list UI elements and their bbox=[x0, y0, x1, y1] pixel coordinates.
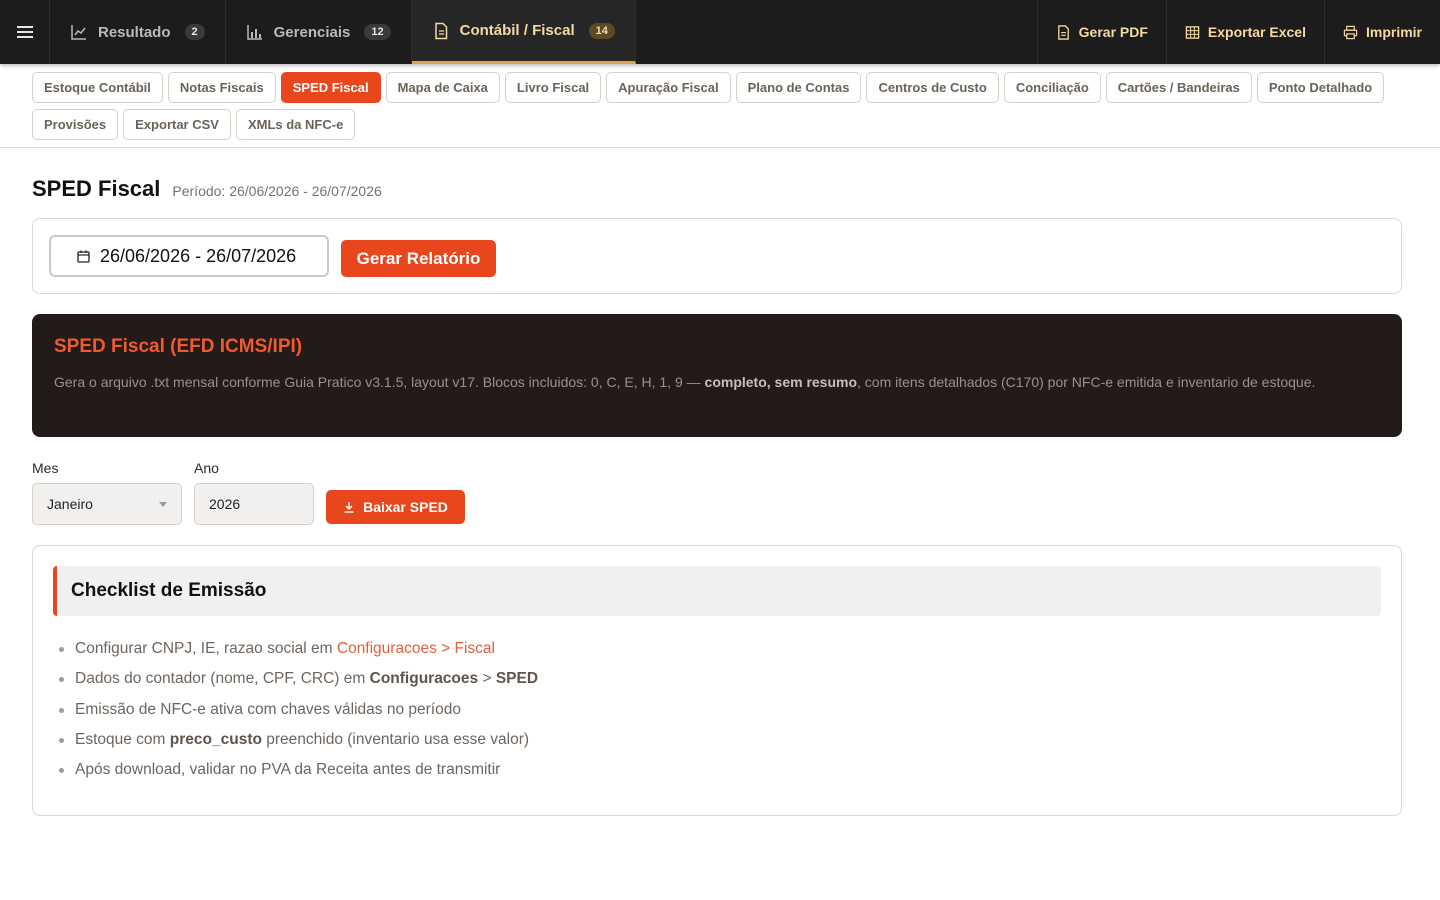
list-item: Dados do contador (nome, CPF, CRC) em Co… bbox=[58, 664, 539, 694]
subnav-item-provisoes[interactable]: Provisões bbox=[32, 109, 119, 140]
subnav-item-plano-de-contas[interactable]: Plano de Contas bbox=[735, 72, 862, 103]
download-icon bbox=[344, 502, 354, 513]
report-subnav: Estoque Contábil Notas Fiscais SPED Fisc… bbox=[32, 72, 1412, 140]
subnav-item-exportar-csv[interactable]: Exportar CSV bbox=[123, 109, 231, 140]
subnav-item-conciliacao[interactable]: Conciliação bbox=[1003, 72, 1101, 103]
month-select[interactable]: Janeiro bbox=[32, 483, 182, 525]
bar-chart-icon bbox=[246, 25, 262, 40]
line-chart-icon bbox=[71, 25, 86, 40]
tab-gerenciais-label: Gerenciais bbox=[273, 23, 351, 41]
info-text-bold: completo, sem resumo bbox=[704, 374, 858, 390]
info-text-part1: Gera o arquivo .txt mensal conforme Guia… bbox=[54, 374, 705, 390]
checklist-item4-text: Estoque com bbox=[75, 730, 170, 748]
page-header: SPED Fiscal Período: 26/06/2026 - 26/07/… bbox=[32, 176, 382, 202]
checklist-item4-post: preenchido (inventario usa esse valor) bbox=[261, 730, 530, 748]
checklist-item1-text: Configurar CNPJ, IE, razao social em bbox=[75, 640, 337, 657]
tab-resultado[interactable]: Resultado 2 bbox=[50, 0, 226, 64]
gerar-relatorio-button[interactable]: Gerar Relatório bbox=[341, 240, 496, 277]
subnav-item-xmls-nfce[interactable]: XMLs da NFC-e bbox=[235, 109, 356, 140]
list-item: Após download, validar no PVA da Receita… bbox=[58, 755, 538, 785]
month-select-value: Janeiro bbox=[47, 496, 93, 512]
page-title: SPED Fiscal bbox=[32, 176, 161, 201]
checklist-item2-bold2: SPED bbox=[495, 670, 539, 688]
subnav-item-cartoes-bandeiras[interactable]: Cartões / Bandeiras bbox=[1105, 72, 1252, 103]
list-item: Configurar CNPJ, IE, razao social em Con… bbox=[58, 634, 538, 664]
subnav-divider bbox=[0, 147, 1440, 148]
baixar-sped-label: Baixar SPED bbox=[363, 499, 448, 515]
document-icon bbox=[434, 22, 447, 39]
exportar-excel-label: Exportar Excel bbox=[1207, 24, 1306, 40]
tab-resultado-label: Resultado bbox=[98, 23, 171, 41]
baixar-sped-button[interactable]: Baixar SPED bbox=[326, 490, 465, 524]
info-title: SPED Fiscal (EFD ICMS/IPI) bbox=[54, 336, 303, 357]
checklist-item2-sep: > bbox=[478, 670, 496, 688]
sped-info-box: SPED Fiscal (EFD ICMS/IPI) Gera o arquiv… bbox=[32, 314, 1402, 437]
month-label: Mes bbox=[32, 460, 59, 476]
year-input[interactable]: 2026 bbox=[194, 483, 314, 525]
checklist-item2-text: Dados do contador (nome, CPF, CRC) em bbox=[75, 670, 370, 688]
list-item: Emissão de NFC-e ativa com chaves válida… bbox=[58, 695, 538, 725]
gerar-pdf-button[interactable]: Gerar PDF bbox=[1036, 0, 1166, 64]
tab-resultado-count-badge: 2 bbox=[184, 24, 205, 40]
hamburger-icon bbox=[16, 26, 33, 38]
date-range-value: 26/06/2026 - 26/07/2026 bbox=[100, 245, 297, 266]
subnav-item-ponto-detalhado[interactable]: Ponto Detalhado bbox=[1256, 72, 1385, 103]
exportar-excel-button[interactable]: Exportar Excel bbox=[1165, 0, 1324, 64]
calendar-icon bbox=[77, 250, 90, 263]
printer-icon bbox=[1343, 25, 1358, 39]
top-navigation-bar: Resultado 2 Gerenciais 12 Contábil / Fis… bbox=[0, 0, 1440, 64]
imprimir-button[interactable]: Imprimir bbox=[1323, 0, 1440, 64]
tab-contabil-fiscal-count-badge: 14 bbox=[588, 22, 615, 39]
chevron-down-icon bbox=[159, 501, 167, 507]
subnav-item-apuracao-fiscal[interactable]: Apuração Fiscal bbox=[606, 72, 731, 103]
tab-contabil-fiscal[interactable]: Contábil / Fiscal 14 bbox=[411, 0, 636, 64]
checklist-card: Checklist de Emissão Configurar CNPJ, IE… bbox=[32, 545, 1402, 816]
filter-card: 26/06/2026 - 26/07/2026 Gerar Relatório bbox=[32, 218, 1402, 294]
info-description: Gera o arquivo .txt mensal conforme Guia… bbox=[54, 370, 1380, 394]
list-item: Estoque com preco_custo preenchido (inve… bbox=[58, 725, 538, 755]
subnav-item-mapa-de-caixa[interactable]: Mapa de Caixa bbox=[385, 72, 500, 103]
date-range-picker[interactable]: 26/06/2026 - 26/07/2026 bbox=[49, 235, 329, 277]
checklist-title: Checklist de Emissão bbox=[53, 566, 1381, 616]
tab-gerenciais-count-badge: 12 bbox=[364, 24, 391, 40]
subnav-item-estoque-contabil[interactable]: Estoque Contábil bbox=[32, 72, 163, 103]
checklist-item2-bold1: Configuracoes bbox=[369, 670, 479, 688]
imprimir-label: Imprimir bbox=[1365, 24, 1422, 40]
hamburger-menu-button[interactable] bbox=[0, 0, 50, 64]
subnav-item-centros-de-custo[interactable]: Centros de Custo bbox=[866, 72, 999, 103]
tab-gerenciais[interactable]: Gerenciais 12 bbox=[226, 0, 412, 64]
file-pdf-icon bbox=[1057, 24, 1069, 40]
subnav-item-notas-fiscais[interactable]: Notas Fiscais bbox=[167, 72, 276, 103]
year-label: Ano bbox=[194, 460, 219, 476]
tab-contabil-fiscal-label: Contábil / Fiscal bbox=[459, 22, 575, 39]
page-period: Período: 26/06/2026 - 26/07/2026 bbox=[172, 183, 382, 199]
subnav-item-livro-fiscal[interactable]: Livro Fiscal bbox=[504, 72, 602, 103]
checklist-items: Configurar CNPJ, IE, razao social em Con… bbox=[58, 634, 539, 785]
gerar-pdf-label: Gerar PDF bbox=[1078, 24, 1148, 40]
subnav-item-sped-fiscal[interactable]: SPED Fiscal bbox=[280, 72, 381, 103]
info-text-part2: , com itens detalhados (C170) por NFC-e … bbox=[857, 374, 1316, 390]
config-fiscal-link[interactable]: Configuracoes > Fiscal bbox=[337, 640, 495, 657]
checklist-item4-bold: preco_custo bbox=[169, 730, 262, 748]
table-grid-icon bbox=[1185, 25, 1200, 39]
